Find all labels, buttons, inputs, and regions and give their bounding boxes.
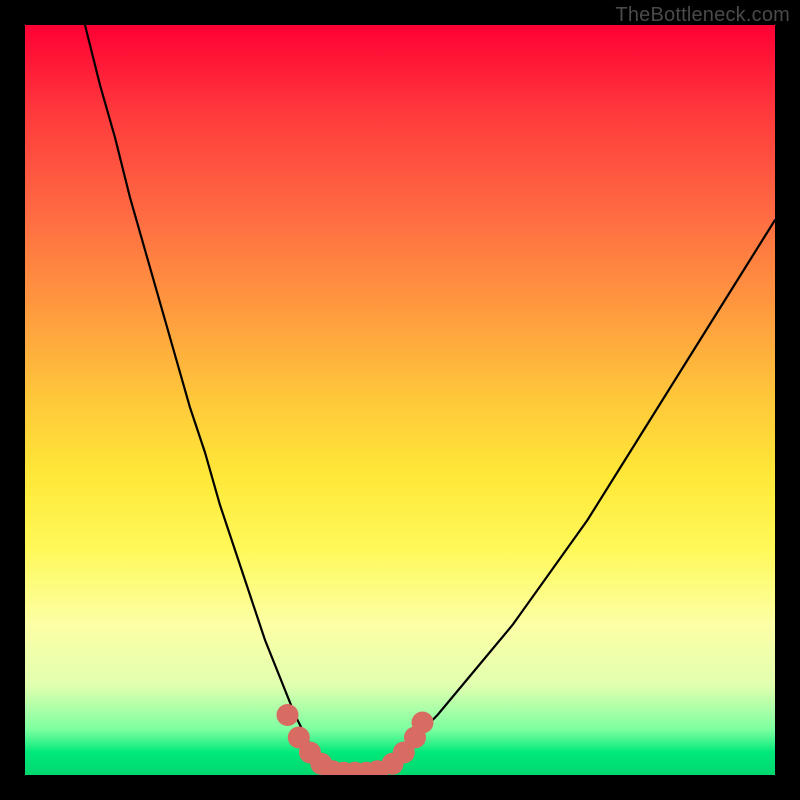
plot-area xyxy=(25,25,775,775)
watermark-text: TheBottleneck.com xyxy=(615,4,790,27)
marker-dot xyxy=(277,704,299,726)
optimal-range-markers xyxy=(25,25,775,775)
marker-dot xyxy=(412,712,434,734)
chart-stage: TheBottleneck.com xyxy=(0,0,800,800)
